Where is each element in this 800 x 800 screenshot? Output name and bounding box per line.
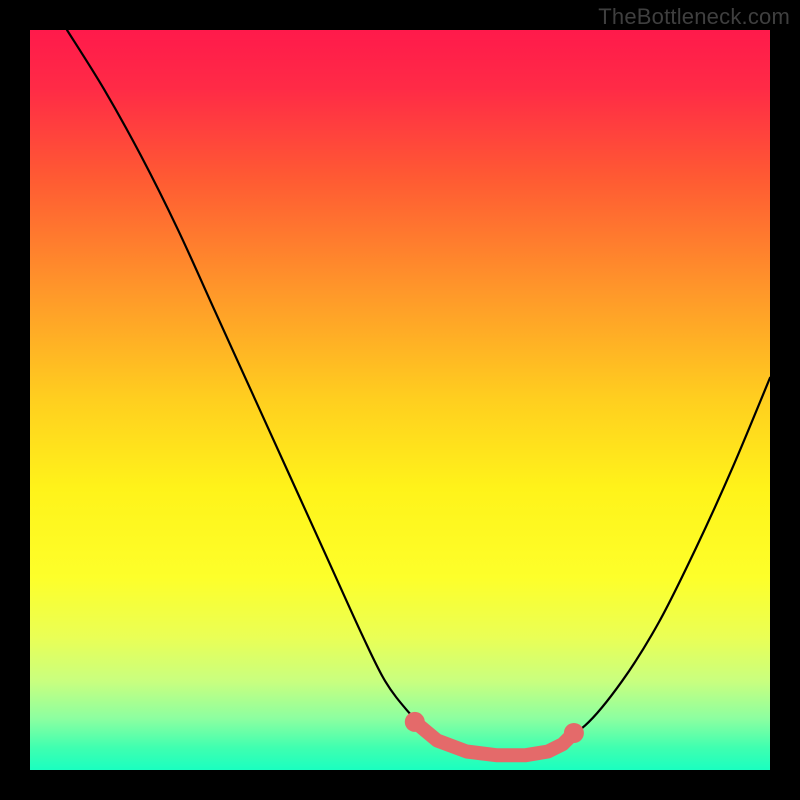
optimal-dot <box>564 723 584 743</box>
plot-background <box>30 30 770 770</box>
chart-frame: TheBottleneck.com <box>0 0 800 800</box>
plot-area <box>30 30 770 770</box>
plot-svg <box>30 30 770 770</box>
watermark-text: TheBottleneck.com <box>598 4 790 30</box>
optimal-dot <box>405 712 425 732</box>
